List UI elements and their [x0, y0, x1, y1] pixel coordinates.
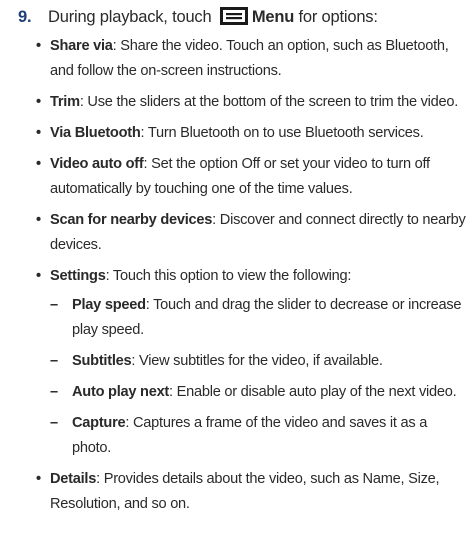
- option-term: Video auto off: [50, 156, 144, 172]
- sub-term: Auto play next: [72, 384, 170, 400]
- bullet-glyph: •: [36, 125, 41, 141]
- list-item-via-bluetooth: • Via Bluetooth: Turn Bluetooth on to us…: [36, 121, 468, 146]
- step-number: 9.: [18, 8, 32, 26]
- list-item-share-via: • Share via: Share the video. Touch an o…: [36, 34, 468, 84]
- sublist-item-play-speed: – Play speed: Touch and drag the slider …: [50, 293, 468, 343]
- option-term: Scan for nearby devices: [50, 212, 213, 228]
- step-text-before: During playback, touch: [48, 8, 212, 26]
- manual-page: 9. During playback, touch Menu for option…: [0, 0, 476, 552]
- dash-glyph: –: [50, 353, 58, 369]
- bullet-glyph: •: [36, 471, 41, 487]
- option-desc: : Use the sliders at the bottom of the s…: [79, 94, 459, 110]
- option-term: Settings: [50, 268, 106, 284]
- step-9: 9. During playback, touch Menu for option…: [18, 6, 378, 28]
- step-text-after: for options:: [298, 8, 378, 26]
- option-term: Via Bluetooth: [50, 125, 141, 141]
- bullet-glyph: •: [36, 268, 41, 284]
- list-item-settings: • Settings: Touch this option to view th…: [36, 264, 468, 461]
- sub-desc: : View subtitles for the video, if avail…: [131, 353, 383, 369]
- list-item-scan-nearby: • Scan for nearby devices: Discover and …: [36, 208, 468, 258]
- sub-term: Play speed: [72, 297, 146, 313]
- list-item-details: • Details: Provides details about the vi…: [36, 467, 468, 517]
- bullet-glyph: •: [36, 212, 41, 228]
- list-item-trim: • Trim: Use the sliders at the bottom of…: [36, 90, 468, 115]
- option-term: Details: [50, 471, 97, 487]
- option-term: Share via: [50, 38, 113, 54]
- bullet-glyph: •: [36, 38, 41, 54]
- sub-term: Subtitles: [72, 353, 132, 369]
- sublist-item-auto-play-next: – Auto play next: Enable or disable auto…: [50, 380, 468, 405]
- sub-desc: : Enable or disable auto play of the nex…: [169, 384, 457, 400]
- option-desc: : Provides details about the video, such…: [50, 471, 440, 512]
- sub-desc: : Captures a frame of the video and save…: [72, 415, 428, 456]
- bullet-glyph: •: [36, 156, 41, 172]
- option-desc: : Turn Bluetooth on to use Bluetooth ser…: [140, 125, 424, 141]
- menu-icon: [219, 7, 248, 25]
- settings-sublist: – Play speed: Touch and drag the slider …: [50, 293, 468, 461]
- options-list: • Share via: Share the video. Touch an o…: [36, 34, 468, 523]
- sub-term: Capture: [72, 415, 126, 431]
- dash-glyph: –: [50, 415, 58, 431]
- dash-glyph: –: [50, 384, 58, 400]
- list-item-video-auto-off: • Video auto off: Set the option Off or …: [36, 152, 468, 202]
- option-term: Trim: [50, 94, 80, 110]
- dash-glyph: –: [50, 297, 58, 313]
- option-desc: : Touch this option to view the followin…: [105, 268, 352, 284]
- menu-label: Menu: [251, 8, 295, 26]
- sublist-item-subtitles: – Subtitles: View subtitles for the vide…: [50, 349, 468, 374]
- sublist-item-capture: – Capture: Captures a frame of the video…: [50, 411, 468, 461]
- bullet-glyph: •: [36, 94, 41, 110]
